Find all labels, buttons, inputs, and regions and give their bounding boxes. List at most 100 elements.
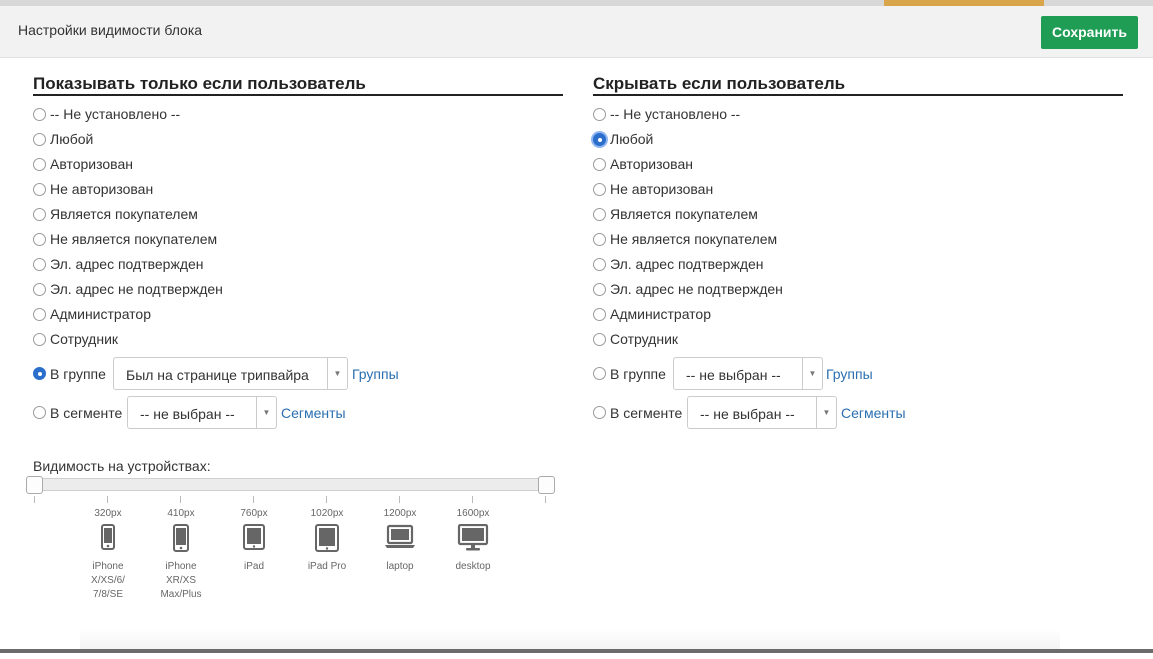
option-label: Является покупателем [50,206,198,222]
radio-button[interactable] [33,133,46,146]
option-label: Любой [50,131,94,147]
select-value: -- не выбран -- [700,406,795,422]
select-value: -- не выбран -- [140,406,235,422]
show-option[interactable]: Любой [33,132,563,157]
hide-option[interactable]: Сотрудник [593,332,1123,357]
device-name: 7/8/SE [92,589,124,600]
radio-button[interactable] [33,406,46,419]
show-option[interactable]: Авторизован [33,157,563,182]
hide-option[interactable]: Любой [593,132,1123,157]
laptop-icon [360,524,440,560]
show-option[interactable]: Является покупателем [33,207,563,232]
radio-button[interactable] [33,283,46,296]
show-option[interactable]: Эл. адрес подтвержден [33,257,563,282]
radio-button[interactable] [593,108,606,121]
hide-option[interactable]: Является покупателем [593,207,1123,232]
option-label: Не авторизован [50,181,154,197]
tablet-large-icon [287,524,367,560]
segments-link[interactable]: Сегменты [281,405,346,421]
option-label: Любой [610,131,654,147]
slider-handle-max[interactable] [538,476,555,494]
option-label: Администратор [610,306,712,322]
option-label: Сотрудник [610,331,679,347]
device-name: iPad [243,561,264,572]
groups-link[interactable]: Группы [352,366,399,382]
segment-select[interactable]: -- не выбран -- ▼ [687,396,837,429]
slider-tick [399,496,400,503]
radio-button[interactable] [33,183,46,196]
slider-tick [180,496,181,503]
hide-if-column: Скрывать если пользователь -- Не установ… [593,74,1123,435]
radio-button[interactable] [33,308,46,321]
option-label: В группе [610,366,666,382]
chevron-down-icon: ▼ [802,358,822,389]
groups-link[interactable]: Группы [826,366,873,382]
slider-tick [253,496,254,503]
show-option[interactable]: -- Не установлено -- [33,107,563,132]
hide-option[interactable]: Администратор [593,307,1123,332]
device-name: Max/Plus [160,589,202,600]
hide-option[interactable]: Не авторизован [593,182,1123,207]
device-name: iPhone [165,561,197,572]
radio-button[interactable] [593,258,606,271]
radio-button-checked[interactable] [33,367,46,380]
show-option-segment[interactable]: В сегменте -- не выбран -- ▼ Сегменты [33,396,563,435]
show-option[interactable]: Администратор [33,307,563,332]
radio-button[interactable] [593,208,606,221]
show-option[interactable]: Не авторизован [33,182,563,207]
option-label: -- Не установлено -- [50,106,181,122]
radio-button[interactable] [33,333,46,346]
radio-button[interactable] [593,367,606,380]
show-option-group[interactable]: В группе Был на странице трипвайра ▼ Гру… [33,357,563,396]
device-range-slider[interactable] [33,478,555,491]
radio-button[interactable] [593,183,606,196]
device-width: 320px [94,508,122,519]
hide-option[interactable]: -- Не установлено -- [593,107,1123,132]
option-label: Администратор [50,306,152,322]
save-button[interactable]: Сохранить [1041,16,1138,49]
slider-handle-min[interactable] [26,476,43,494]
hide-option-group[interactable]: В группе -- не выбран -- ▼ Группы [593,357,1123,396]
option-label: Эл. адрес не подтвержден [50,281,223,297]
show-option[interactable]: Эл. адрес не подтвержден [33,282,563,307]
chevron-down-icon: ▼ [256,397,276,428]
hide-option[interactable]: Эл. адрес подтвержден [593,257,1123,282]
radio-button[interactable] [33,208,46,221]
radio-button[interactable] [33,158,46,171]
device-width: 1020px [310,508,344,519]
radio-button[interactable] [593,406,606,419]
radio-button[interactable] [593,233,606,246]
radio-button-checked[interactable] [593,133,606,146]
radio-button[interactable] [33,108,46,121]
hide-option[interactable]: Авторизован [593,157,1123,182]
hide-option[interactable]: Не является покупателем [593,232,1123,257]
show-option[interactable]: Сотрудник [33,332,563,357]
radio-button[interactable] [593,158,606,171]
option-label: Эл. адрес не подтвержден [610,281,783,297]
option-label: В сегменте [610,405,683,421]
device-desktop: 1600px desktop [433,507,513,574]
radio-button[interactable] [33,233,46,246]
option-label: Авторизован [610,156,693,172]
radio-button[interactable] [593,333,606,346]
hide-option[interactable]: Эл. адрес не подтвержден [593,282,1123,307]
radio-button[interactable] [593,283,606,296]
group-select[interactable]: -- не выбран -- ▼ [673,357,823,390]
option-label: Сотрудник [50,331,119,347]
group-select[interactable]: Был на странице трипвайра ▼ [113,357,348,390]
slider-tick [34,496,35,503]
option-label: -- Не установлено -- [610,106,741,122]
phone-icon [68,524,148,560]
show-option[interactable]: Не является покупателем [33,232,563,257]
device-width: 1600px [456,508,490,519]
select-value: -- не выбран -- [686,367,781,383]
option-label: В группе [50,366,106,382]
slider-tick [107,496,108,503]
hide-option-segment[interactable]: В сегменте -- не выбран -- ▼ Сегменты [593,396,1123,435]
option-label: Не является покупателем [610,231,778,247]
radio-button[interactable] [593,308,606,321]
segment-select[interactable]: -- не выбран -- ▼ [127,396,277,429]
device-name: iPad Pro [307,561,347,572]
radio-button[interactable] [33,258,46,271]
segments-link[interactable]: Сегменты [841,405,906,421]
